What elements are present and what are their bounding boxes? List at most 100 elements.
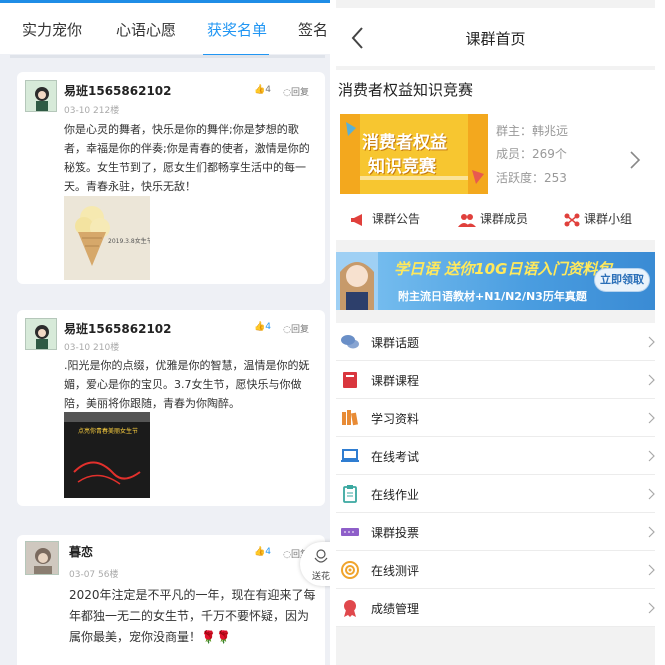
laptop-icon	[341, 449, 359, 462]
group-activity: 活跃度：253	[496, 171, 567, 185]
megaphone-icon	[351, 213, 362, 226]
chat-bubbles-icon	[341, 335, 359, 349]
network-icon	[564, 213, 580, 226]
banner-headline: 学日语 送你10G日语入门资料包	[394, 260, 613, 278]
avatar[interactable]	[25, 318, 57, 350]
group-home-panel: 课群首页 消费者权益知识竞赛 消费者权益 知识竞赛 群主：韩兆远 成员：269个…	[336, 0, 655, 665]
members-label: 课群成员	[480, 212, 529, 226]
group-members: 成员：269个	[496, 147, 567, 161]
comment-icon: ◌	[283, 550, 291, 560]
like-button[interactable]: 👍4	[254, 85, 271, 95]
thumbs-up-icon: 👍	[254, 547, 266, 557]
menu-item-5[interactable]: 在线作业	[336, 475, 655, 513]
post-meta: 03-10 212楼	[64, 106, 120, 116]
post-text: 你是心灵的舞者，快乐是你的舞伴;你是梦想的歌者，幸福是你的伴奏;你是青春的使者，…	[64, 123, 310, 193]
tab-strength[interactable]: 实力宠你	[22, 19, 82, 40]
thumbs-up-icon: 👍	[254, 322, 266, 332]
menu-item-7[interactable]: 在线测评	[336, 551, 655, 589]
medal-icon	[344, 600, 356, 617]
tab-sign[interactable]: 签名	[298, 19, 328, 40]
thumbs-up-icon: 👍	[254, 85, 266, 95]
post-image[interactable]: 点亮你青春美丽女生节	[64, 412, 150, 498]
menu-item-1[interactable]: 课群话题	[336, 323, 655, 361]
members-icon	[458, 213, 476, 227]
group-owner: 群主：韩兆远	[496, 124, 569, 138]
cover-title: 消费者权益	[362, 133, 447, 153]
post-card: 易班1565862102 03-10 210楼 👍4 ◌回复 .阳光是你的点缀，…	[17, 310, 325, 506]
username[interactable]: 易班1565862102	[64, 82, 172, 99]
page-title: 课群首页	[465, 30, 526, 48]
chevron-right-icon	[648, 336, 655, 348]
group-cover-image[interactable]: 消费者权益 知识竞赛	[340, 114, 488, 194]
library-icon	[342, 410, 358, 426]
post-meta: 03-10 210楼	[64, 343, 120, 353]
anime-girl-illustration	[336, 252, 378, 310]
post-card: 暮恋 03-07 56楼 👍4 ◌回复 2020年注定是不平凡的一年，现在有迎来…	[17, 535, 325, 665]
like-button[interactable]: 👍4	[254, 547, 271, 557]
menu-label: 在线测评	[371, 564, 420, 578]
post-text: .阳光是你的点缀，优雅是你的智慧，温情是你的妩媚，爱心是你的宝贝。3.7女生节，…	[64, 359, 310, 410]
chevron-right-icon	[648, 564, 655, 576]
chevron-right-icon	[648, 488, 655, 500]
menu-item-2[interactable]: 课群课程	[336, 361, 655, 399]
menu-item-4[interactable]: 在线考试	[336, 437, 655, 475]
image-caption: 点亮你青春美丽女生节	[78, 428, 139, 435]
announcement-link[interactable]: 课群公告	[350, 210, 420, 227]
like-button[interactable]: 👍4	[254, 322, 271, 332]
post-text: 2020年注定是不平凡的一年，现在有迎来了每年都独一无二的女生节，千万不要怀疑，…	[69, 588, 316, 644]
book-icon	[343, 372, 357, 388]
username[interactable]: 暮恋	[69, 543, 93, 560]
reply-button[interactable]: ◌回复	[283, 322, 309, 335]
feature-menu: 课群话题课群课程学习资料在线考试在线作业课群投票在线测评成绩管理	[336, 323, 655, 627]
announcement-label: 课群公告	[372, 212, 421, 226]
tab-wishes[interactable]: 心语心愿	[116, 19, 176, 40]
menu-label: 在线考试	[371, 450, 420, 464]
image-caption: 2019.3.8女生节快乐	[108, 238, 150, 245]
divider	[10, 55, 325, 58]
post-card: 易班1565862102 03-10 212楼 👍4 ◌回复 你是心灵的舞者，快…	[17, 72, 325, 284]
clipboard-icon	[343, 485, 357, 503]
send-flower-label: 送花	[312, 572, 330, 582]
menu-label: 成绩管理	[371, 602, 420, 616]
avatar[interactable]	[25, 541, 59, 575]
post-image[interactable]: 2019.3.8女生节快乐	[64, 196, 150, 280]
like-count: 4	[265, 85, 271, 95]
chevron-right-icon	[648, 374, 655, 386]
reply-button[interactable]: ◌回复	[283, 85, 309, 98]
post-list-panel: 实力宠你 心语心愿 获奖名单 签名 易班1565862102 03-10 212…	[0, 0, 330, 665]
ad-banner[interactable]: 学日语 送你10G日语入门资料包 附主流日语教材+N1/N2/N3历年真题 立即…	[336, 252, 655, 310]
ticket-icon	[341, 528, 359, 536]
post-meta: 03-07 56楼	[69, 570, 119, 580]
chevron-right-icon	[648, 526, 655, 538]
menu-label: 课群话题	[371, 336, 420, 350]
claim-button[interactable]: 立即领取	[594, 268, 650, 292]
tab-winners[interactable]: 获奖名单	[207, 19, 267, 40]
menu-item-3[interactable]: 学习资料	[336, 399, 655, 437]
menu-label: 在线作业	[371, 488, 420, 502]
menu-item-8[interactable]: 成绩管理	[336, 589, 655, 627]
banner-subline: 附主流日语教材+N1/N2/N3历年真题	[398, 290, 587, 303]
reply-label: 回复	[290, 88, 309, 98]
target-icon	[341, 561, 359, 579]
username[interactable]: 易班1565862102	[64, 320, 172, 337]
comment-icon: ◌	[283, 88, 291, 98]
tab-bar: 实力宠你 心语心愿 获奖名单 签名	[0, 0, 330, 57]
like-count: 4	[265, 547, 271, 557]
reply-label: 回复	[290, 325, 309, 335]
menu-item-6[interactable]: 课群投票	[336, 513, 655, 551]
menu-label: 课群投票	[371, 526, 420, 540]
group-name: 消费者权益知识竞赛	[338, 81, 474, 99]
menu-label: 课群课程	[371, 374, 420, 388]
flower-icon	[314, 549, 328, 563]
chevron-right-icon[interactable]	[629, 150, 641, 170]
like-count: 4	[265, 322, 271, 332]
menu-label: 学习资料	[371, 412, 420, 426]
members-link[interactable]: 课群成员	[458, 210, 528, 227]
chevron-right-icon	[648, 602, 655, 614]
avatar[interactable]	[25, 80, 57, 112]
nav-bar: 课群首页	[336, 8, 655, 66]
groups-link[interactable]: 课群小组	[564, 210, 632, 227]
comment-icon: ◌	[283, 325, 291, 335]
quick-links: 课群公告 课群成员 课群小组	[336, 204, 655, 236]
cover-subtitle: 知识竞赛	[368, 157, 436, 177]
